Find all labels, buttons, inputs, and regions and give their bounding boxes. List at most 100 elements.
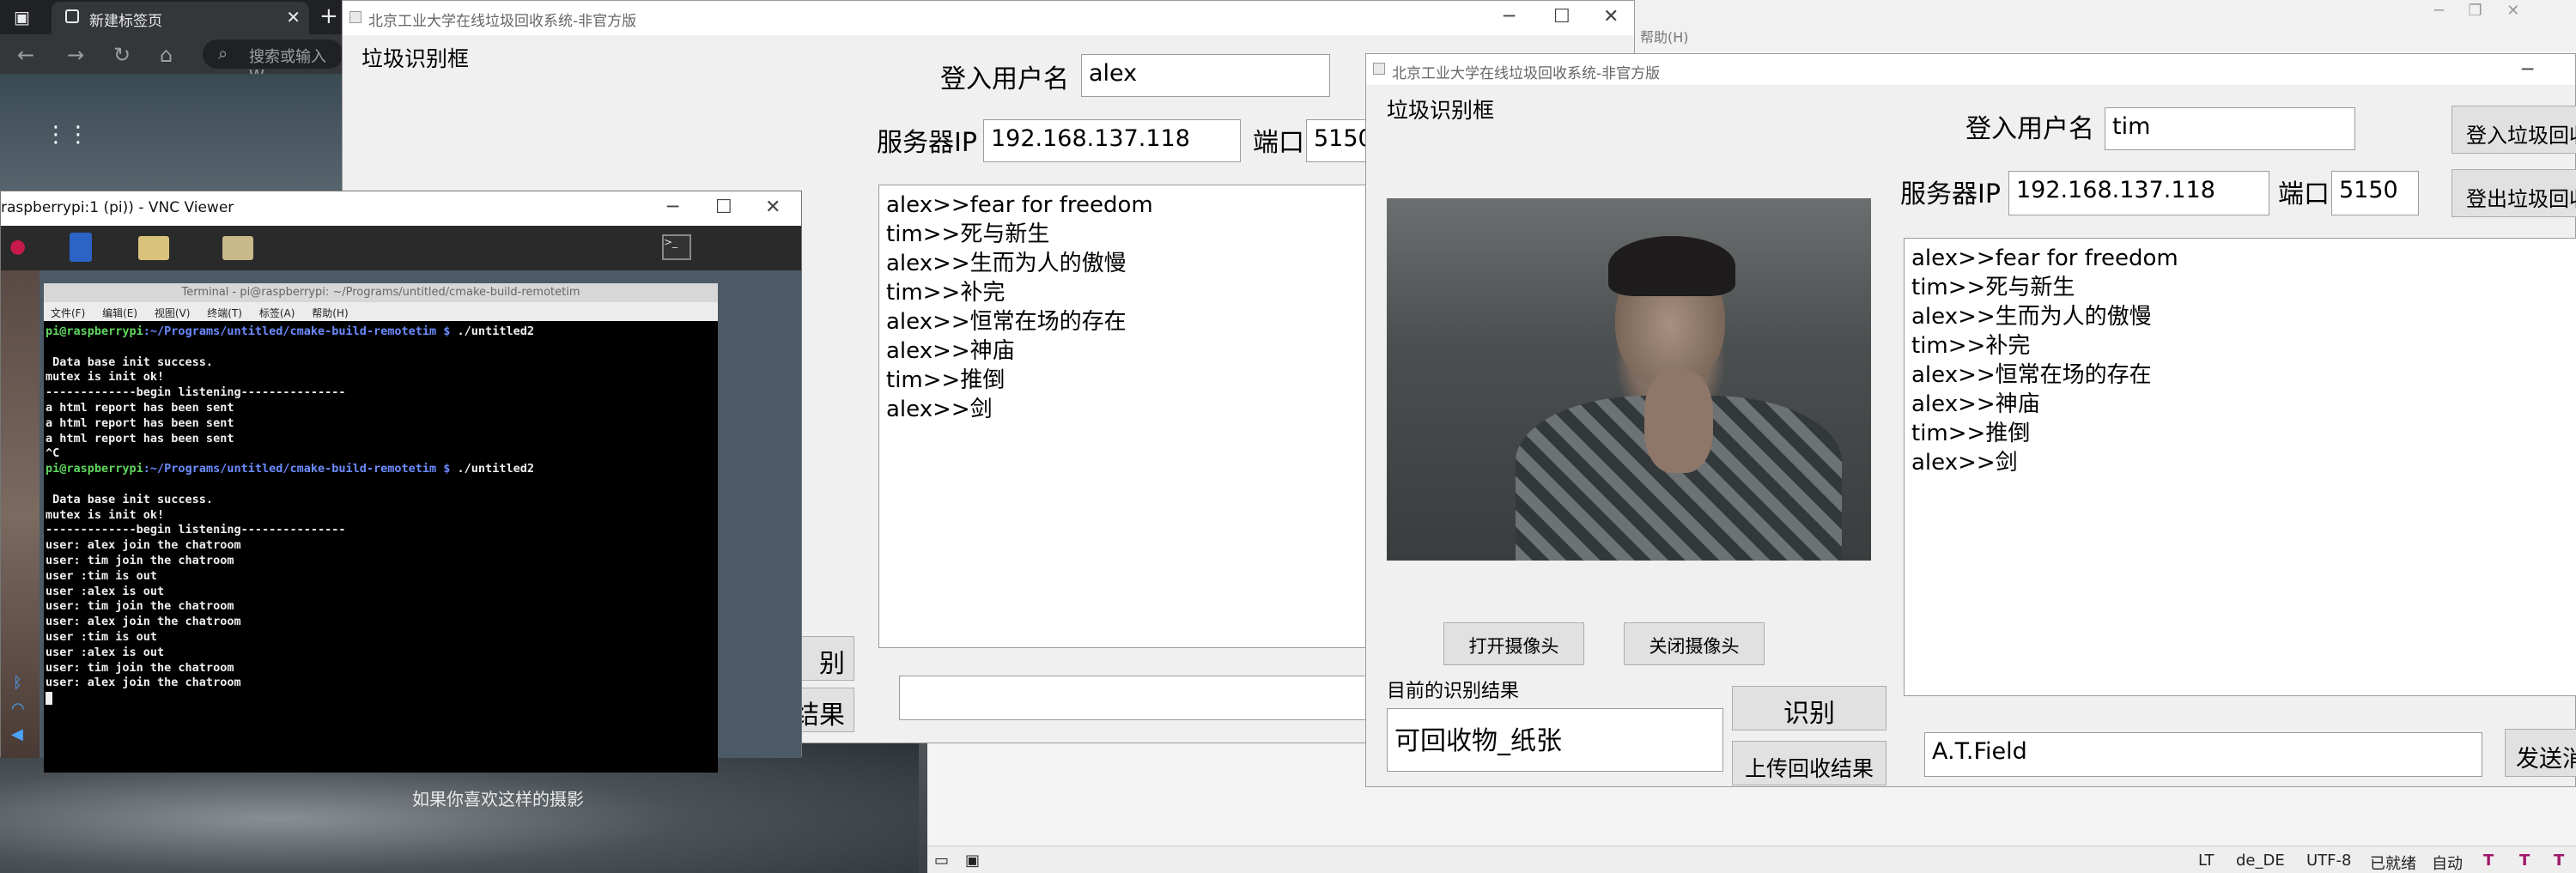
chat-line: alex>>恒常在场的存在 (1911, 362, 2152, 388)
tab-actions-icon[interactable]: ▣ (14, 7, 30, 27)
new-tab-icon[interactable]: + (319, 3, 338, 29)
upload-result-button[interactable]: 上传回收结果 (1732, 741, 1886, 785)
raspberry-icon[interactable]: ● (9, 236, 26, 258)
chat-log[interactable]: alex>>fear for freedom tim>>死与新生 alex>>生… (1904, 238, 2576, 696)
terminal-line: mutex is init ok! (46, 507, 165, 522)
terminal-menu-item[interactable]: 标签(A) (259, 307, 295, 319)
status-auto[interactable]: 自动 (2432, 852, 2463, 873)
minimize-icon[interactable]: ─ (1504, 6, 1515, 27)
terminal-line: user: tim join the chatroom (46, 553, 234, 567)
terminal-menu-item[interactable]: 编辑(E) (102, 307, 137, 319)
home-icon[interactable]: ⌂ (160, 43, 173, 67)
layout-toggle-icon[interactable]: ▭ (934, 852, 949, 870)
prompt-line: pi@raspberrypi:~/Programs/untitled/cmake… (46, 324, 534, 338)
menu-help[interactable]: 帮助(H) (1640, 26, 1689, 46)
app-icon (349, 11, 361, 23)
chat-line: alex>>恒常在场的存在 (886, 309, 1127, 335)
browser-tab[interactable]: 新建标签页 ✕ (52, 2, 309, 34)
username-label: 登入用户名 (1965, 114, 2094, 144)
trash-icon[interactable] (70, 233, 92, 262)
volume-icon[interactable]: ◀ (11, 725, 23, 743)
server-ip-field[interactable]: 192.168.137.118 (983, 119, 1241, 162)
login-button[interactable]: 登入垃圾回收 (2451, 106, 2576, 154)
tab-favicon-icon (65, 9, 79, 23)
maximize-icon[interactable]: ☐ (1553, 6, 1571, 27)
wifi-icon[interactable]: ◠ (11, 700, 25, 718)
server-ip-label: 服务器IP (877, 128, 977, 158)
port-field[interactable]: 5150 (1306, 119, 1375, 162)
remote-desktop[interactable]: ● >_ ᛒ ◠ ◀ Terminal - pi@raspberrypi: ~/… (1, 226, 801, 773)
folder-icon[interactable] (222, 236, 253, 260)
camera-subject-hand (1644, 370, 1713, 473)
message-field[interactable] (899, 676, 1380, 720)
chat-line: tim>>死与新生 (1911, 275, 2075, 300)
status-encoding[interactable]: UTF-8 (2306, 852, 2351, 870)
chat-line: alex>>神庙 (886, 338, 1015, 364)
status-bar: ▭ ▣ LT de_DE UTF-8 已就绪 自动 T T T (927, 846, 2576, 873)
layout-toggle-icon[interactable]: ▣ (965, 852, 980, 870)
status-lt[interactable]: LT (2198, 852, 2215, 870)
status-icon[interactable]: T (2519, 852, 2530, 870)
chat-line: alex>>生而为人的傲慢 (1911, 304, 2152, 330)
terminal-line: user: tim join the chatroom (46, 599, 234, 614)
terminal-line: a html report has been sent (46, 431, 234, 446)
port-label: 端口 (1253, 128, 1304, 158)
app-icon (1373, 63, 1385, 75)
prompt-line: pi@raspberrypi:~/Programs/untitled/cmake… (46, 462, 534, 476)
close-tab-icon[interactable]: ✕ (286, 7, 301, 27)
app-window-tim: 北京工业大学在线垃圾回收系统-非官方版 ─ 垃圾识别框 打开摄像头 关闭摄像头 … (1365, 53, 2576, 787)
chat-line: alex>>剑 (1911, 450, 2018, 476)
terminal-window[interactable]: Terminal - pi@raspberrypi: ~/Programs/un… (44, 283, 718, 773)
bluetooth-icon[interactable]: ᛒ (13, 674, 22, 692)
terminal-line: -------------begin listening------------… (46, 385, 346, 400)
back-icon[interactable]: ← (17, 43, 34, 67)
status-icon[interactable]: T (2483, 852, 2494, 870)
window-title: 北京工业大学在线垃圾回收系统-非官方版 (368, 13, 637, 30)
pi-side-panel: ᛒ ◠ ◀ (1, 270, 39, 758)
terminal-line: mutex is init ok! (46, 370, 165, 385)
terminal-cursor (46, 691, 52, 705)
close-icon[interactable]: ✕ (1603, 6, 1619, 27)
browser-content: ⋮⋮ (0, 74, 343, 203)
terminal-icon[interactable]: >_ (662, 234, 691, 260)
maximize-icon[interactable]: ☐ (715, 197, 732, 218)
terminal-output[interactable]: pi@raspberrypi:~/Programs/untitled/cmake… (44, 321, 718, 773)
terminal-menu-item[interactable]: 帮助(H) (312, 307, 348, 319)
forward-icon[interactable]: → (67, 43, 84, 67)
camera-subject-hair (1608, 236, 1735, 296)
open-camera-button[interactable]: 打开摄像头 (1443, 622, 1584, 665)
terminal-menu-item[interactable]: 视图(V) (155, 307, 191, 319)
chat-log[interactable]: alex>>fear for freedom tim>>死与新生 alex>>生… (878, 185, 1376, 648)
chat-line: alex>>剑 (886, 397, 993, 422)
username-label: 登入用户名 (940, 64, 1069, 94)
terminal-line: user: tim join the chatroom (46, 660, 234, 675)
terminal-menubar: 文件(F) 编辑(E) 视图(V) 终端(T) 标签(A) 帮助(H) (44, 302, 718, 321)
terminal-menu-item[interactable]: 文件(F) (51, 307, 85, 319)
minimize-icon[interactable]: ─ (2522, 59, 2533, 81)
terminal-line: user :alex is out (46, 645, 165, 659)
logout-button[interactable]: 登出垃圾回收 (2451, 169, 2576, 217)
username-field[interactable]: alex (1081, 54, 1330, 97)
recog-frame-label: 垃圾识别框 (361, 46, 470, 71)
status-language[interactable]: de_DE (2236, 852, 2285, 870)
username-field[interactable]: tim (2105, 107, 2355, 150)
terminal-menu-item[interactable]: 终端(T) (207, 307, 242, 319)
omnibox[interactable]: ⌕ 搜索或输入 W (203, 39, 343, 85)
close-icon[interactable]: ✕ (765, 197, 781, 218)
apps-grid-icon[interactable]: ⋮⋮ (45, 122, 89, 148)
send-message-button[interactable]: 发送消 (2505, 729, 2576, 777)
recognize-button[interactable]: 识别 (1732, 686, 1886, 731)
folder-icon[interactable] (138, 236, 169, 260)
window-titlebar: 北京工业大学在线垃圾回收系统-非官方版 ─ (1366, 54, 2575, 85)
current-result-field: 可回收物_纸张 (1387, 708, 1723, 772)
window-titlebar: 北京工业大学在线垃圾回收系统-非官方版 ─ ☐ ✕ (343, 1, 1634, 35)
terminal-line: user :tim is out (46, 629, 158, 644)
minimize-icon[interactable]: ─ (667, 197, 678, 218)
server-ip-field[interactable]: 192.168.137.118 (2008, 171, 2269, 215)
close-camera-button[interactable]: 关闭摄像头 (1624, 622, 1765, 665)
reload-icon[interactable]: ↻ (113, 43, 131, 67)
terminal-line: user: alex join the chatroom (46, 538, 241, 553)
status-icon[interactable]: T (2554, 852, 2564, 870)
port-field[interactable]: 5150 (2331, 171, 2419, 215)
message-field[interactable]: A.T.Field (1924, 732, 2482, 777)
